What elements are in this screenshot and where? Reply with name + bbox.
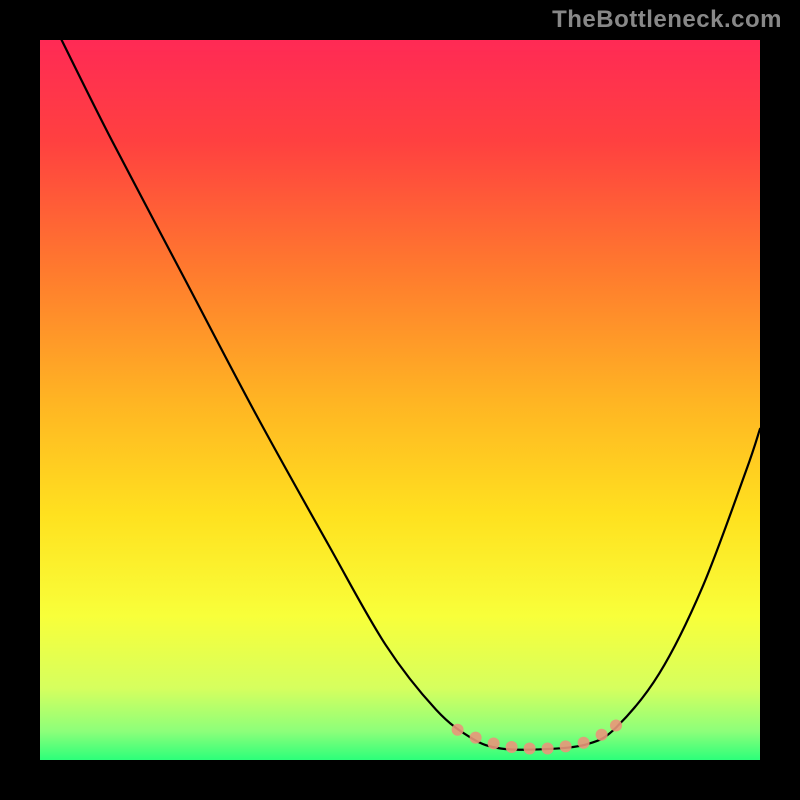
plot-svg (40, 40, 760, 760)
valley-dot (560, 740, 572, 752)
valley-dot (542, 742, 554, 754)
valley-dot (610, 719, 622, 731)
valley-dot (506, 741, 518, 753)
plot-area (40, 40, 760, 760)
valley-dot (596, 729, 608, 741)
valley-dot (452, 724, 464, 736)
valley-dot (470, 732, 482, 744)
valley-dot (488, 737, 500, 749)
chart-frame: TheBottleneck.com (0, 0, 800, 800)
valley-dot (578, 737, 590, 749)
gradient-background (40, 40, 760, 760)
valley-dot (524, 742, 536, 754)
watermark-text: TheBottleneck.com (552, 6, 782, 34)
